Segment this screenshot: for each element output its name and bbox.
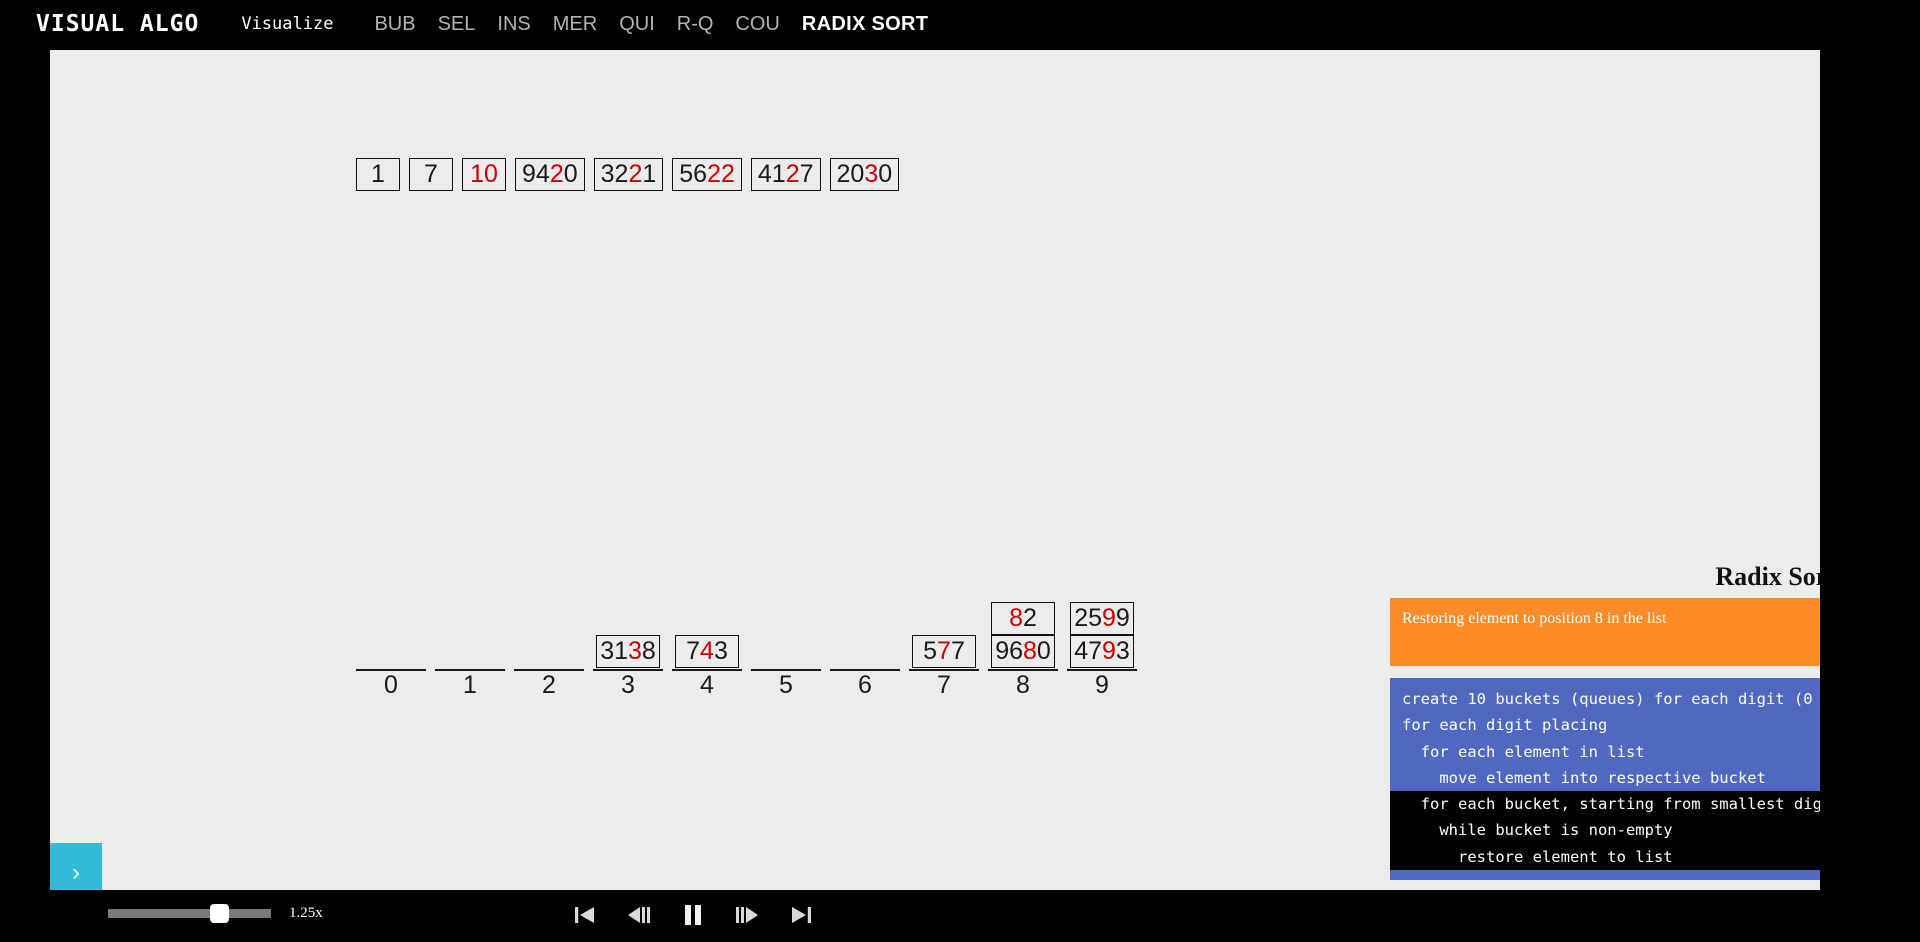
- bucket-8: 8 2 96 8 0 8: [988, 602, 1058, 698]
- code-panel-footer: [1390, 869, 1820, 880]
- nav-link-radix-sort[interactable]: RADIX SORT: [791, 13, 939, 36]
- step-forward-button[interactable]: [732, 898, 762, 932]
- transport-buttons: [570, 898, 816, 932]
- brand-logo[interactable]: VISUAL ALGO: [36, 11, 199, 37]
- bucket-label: 0: [384, 671, 398, 699]
- nav-link-cou[interactable]: COU: [724, 13, 790, 36]
- step-forward-icon: [736, 907, 758, 923]
- bucket-cell: 743: [675, 635, 739, 668]
- bucket-cell: 96 8 0: [991, 635, 1055, 668]
- expand-left-panel-tab[interactable]: ›: [50, 843, 102, 890]
- bucket-stack: 743: [675, 635, 739, 668]
- array-cell: 1: [356, 158, 400, 191]
- code-line: restore element to list: [1390, 843, 1820, 870]
- skip-end-icon: [792, 907, 811, 923]
- skip-to-end-button[interactable]: [786, 898, 816, 932]
- bucket-cell: 31 3 8: [596, 635, 660, 668]
- speed-slider[interactable]: [108, 904, 271, 923]
- skip-to-start-button[interactable]: [570, 898, 600, 932]
- array-cell: 7: [409, 158, 453, 191]
- bucket-stack: 8 2 96 8 0: [991, 602, 1055, 668]
- speed-label: 1.25x: [289, 905, 323, 921]
- bucket-9: 25 9 9 47 9 3 9: [1067, 602, 1137, 698]
- bucket-label: 1: [463, 671, 477, 699]
- top-navbar: VISUAL ALGO Visualize BUB SEL INS MER QUI R-Q…: [0, 0, 1920, 48]
- nav-link-qui[interactable]: QUI: [608, 13, 666, 36]
- app-root: VISUAL ALGO Visualize BUB SEL INS MER QUI R-Q…: [0, 0, 1920, 942]
- bucket-label: 3: [621, 671, 635, 699]
- code-line: for each element in list: [1402, 742, 1645, 761]
- bucket-1: 1: [435, 668, 505, 698]
- code-line: for each bucket, starting from smallest …: [1390, 791, 1820, 818]
- nav-links: BUB SEL INS MER QUI R-Q COU RADIX SORT: [363, 13, 939, 36]
- bucket-cell: 47 9 3: [1070, 635, 1134, 668]
- array-cell: 32 2 1: [593, 158, 664, 191]
- code-line: while bucket is non-empty: [1390, 817, 1820, 844]
- nav-link-ins[interactable]: INS: [486, 13, 541, 36]
- bucket-stack: 31 3 8: [596, 635, 660, 668]
- pseudocode-panel: create 10 buckets (queues) for each digi…: [1390, 678, 1820, 880]
- bucket-label: 7: [937, 671, 951, 699]
- status-message-text: Restoring element to position 8 in the l…: [1402, 610, 1667, 627]
- array-list-row: 1 7 10 94 2 0 32 2 1 56 22 41 2 7 20 3 0: [356, 158, 900, 191]
- bucket-cell: 82: [991, 602, 1055, 635]
- bucket-label: 4: [700, 671, 714, 699]
- bucket-2: 2: [514, 668, 584, 698]
- bucket-stack: 577: [912, 635, 976, 668]
- nav-link-r-q[interactable]: R-Q: [666, 13, 725, 36]
- panel-title: Radix Sort: [1715, 562, 1820, 591]
- step-back-icon: [628, 907, 650, 923]
- bucket-label: 8: [1016, 671, 1030, 699]
- bucket-cell: 25 9 9: [1070, 602, 1134, 635]
- status-message-box: Restoring element to position 8 in the l…: [1390, 598, 1820, 666]
- bucket-cell: 577: [912, 635, 976, 668]
- bucket-5: 5: [751, 668, 821, 698]
- pause-button[interactable]: [678, 898, 708, 932]
- array-cell: 56 22: [672, 158, 742, 191]
- bucket-label: 2: [542, 671, 556, 699]
- speed-control: 1.25x: [108, 904, 323, 923]
- bucket-4: 7434: [672, 635, 742, 698]
- visualization-canvas: 1 7 10 94 2 0 32 2 1 56 22 41 2 7 20 3 0 0 1 2 31 3 8 3 7 4 3 4 5 6 5…: [50, 50, 1820, 890]
- buckets-row: 0 1 2 31 3 8 3 7 4 3 4 5 6 5 7 7 7 8 2 96 8 0 8 25 9 9 47 9 3 9: [356, 602, 1137, 698]
- bucket-label: 5: [779, 671, 793, 699]
- array-cell: 10: [462, 158, 506, 191]
- bucket-3: 31 3 8 3: [593, 635, 663, 698]
- pause-icon: [685, 905, 701, 925]
- bucket-label: 6: [858, 671, 872, 699]
- array-cell: 94 2 0: [515, 158, 585, 191]
- bucket-0: 0: [356, 668, 426, 698]
- nav-link-mer[interactable]: MER: [542, 13, 608, 36]
- speed-slider-thumb[interactable]: [209, 904, 229, 923]
- array-cell: 41 2 7: [750, 158, 821, 191]
- code-line: move element into respective bucket: [1402, 768, 1766, 787]
- bucket-stack: 25 9 9 47 9 3: [1070, 602, 1134, 668]
- nav-link-bub[interactable]: BUB: [363, 13, 426, 36]
- bucket-6: 6: [830, 668, 900, 698]
- bucket-7: 5777: [909, 635, 979, 698]
- code-line: for each digit placing: [1402, 716, 1608, 735]
- bucket-label: 9: [1095, 671, 1109, 699]
- nav-link-sel[interactable]: SEL: [427, 13, 487, 36]
- playback-control-bar: 1.25x: [0, 890, 1920, 942]
- step-backward-button[interactable]: [624, 898, 654, 932]
- code-line: create 10 buckets (queues) for each digi…: [1402, 690, 1813, 708]
- skip-start-icon: [575, 907, 594, 923]
- array-cell: 20 3 0: [829, 158, 900, 191]
- nav-item-visualize[interactable]: Visualize: [241, 14, 333, 34]
